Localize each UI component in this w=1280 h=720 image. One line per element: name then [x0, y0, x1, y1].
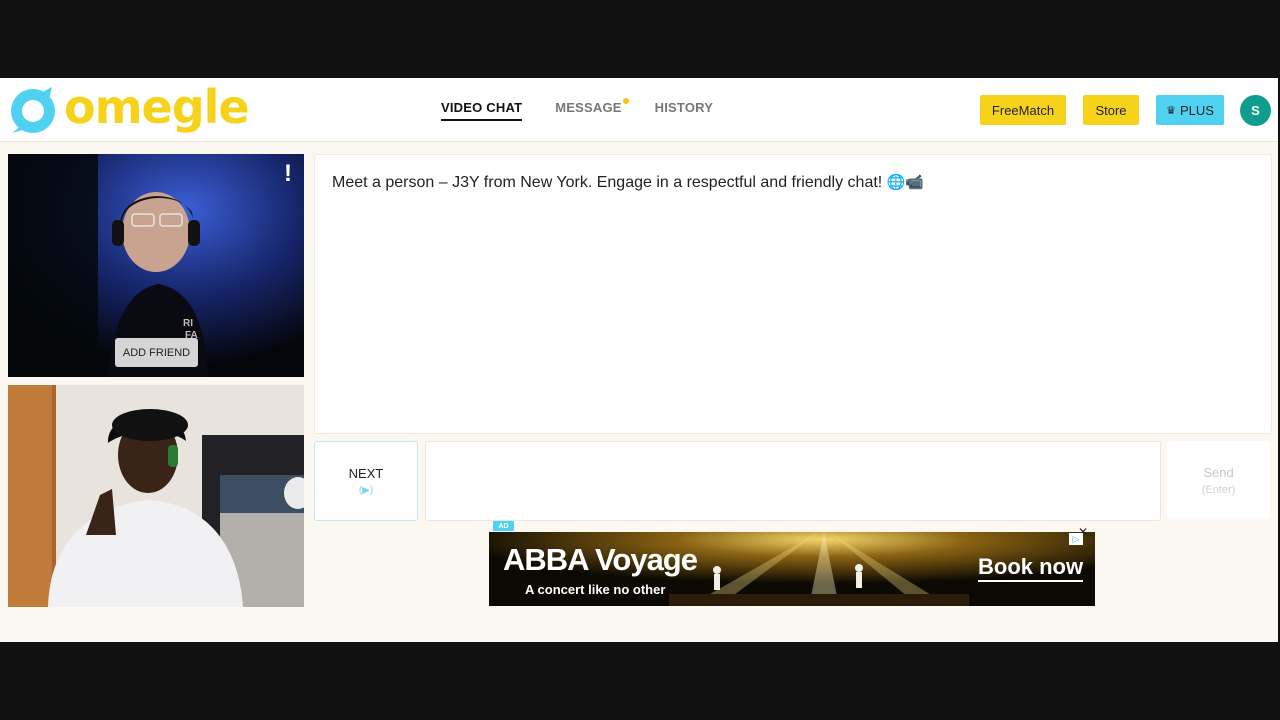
ad-book-now-link[interactable]: Book now — [978, 554, 1084, 582]
tab-video-chat[interactable]: VIDEO CHAT — [441, 100, 523, 121]
chat-log: Meet a person – J3Y from New York. Engag… — [314, 154, 1272, 434]
ad-info-icon[interactable]: ▷ — [1069, 533, 1083, 545]
next-button-label: NEXT — [348, 466, 384, 481]
self-video — [8, 385, 304, 607]
user-avatar[interactable]: S — [1240, 95, 1271, 126]
next-button[interactable]: NEXT (▶) — [314, 441, 418, 521]
ad-badge: AD — [493, 521, 514, 531]
ad-title: ABBA Voyage — [503, 542, 698, 577]
next-shortcut-hint: (▶) — [358, 485, 374, 496]
add-friend-button[interactable]: ADD FRIEND — [115, 338, 198, 367]
ad-banner[interactable]: ABBA Voyage A concert like no other Book… — [489, 532, 1095, 606]
self-video-feed — [8, 385, 304, 607]
omegle-logo-icon — [11, 87, 55, 133]
system-message-text: Meet a person – J3Y from New York. Engag… — [332, 174, 887, 191]
plus-label: PLUS — [1179, 102, 1214, 118]
top-navbar: omegle VIDEO CHAT MESSAGE HISTORY FreeMa… — [0, 78, 1278, 142]
system-message: Meet a person – J3Y from New York. Engag… — [332, 173, 924, 192]
ad-tagline: A concert like no other — [525, 582, 666, 597]
send-button-label: Send — [1203, 464, 1234, 480]
message-input[interactable] — [425, 441, 1161, 521]
freematch-button[interactable]: FreeMatch — [980, 95, 1066, 125]
send-shortcut-hint: (Enter) — [1201, 483, 1236, 496]
stranger-video: RI FA ! ADD FRIEND — [8, 154, 304, 377]
plus-button[interactable]: ♛ PLUS — [1156, 95, 1224, 125]
store-button[interactable]: Store — [1083, 95, 1139, 125]
tab-message-label: MESSAGE — [555, 100, 622, 115]
report-icon[interactable]: ! — [284, 160, 292, 188]
tab-message[interactable]: MESSAGE — [555, 98, 629, 121]
crown-icon: ♛ — [1166, 104, 1176, 117]
send-button[interactable]: Send (Enter) — [1167, 441, 1270, 519]
logo-text: omegle — [64, 80, 250, 134]
omegle-logo[interactable]: omegle — [8, 80, 250, 135]
main-nav: VIDEO CHAT MESSAGE HISTORY — [441, 98, 713, 121]
tab-history[interactable]: HISTORY — [655, 100, 713, 121]
globe-camera-emoji: 🌐📹 — [886, 173, 925, 191]
svg-text:RI: RI — [183, 318, 193, 329]
notification-dot — [622, 98, 629, 104]
